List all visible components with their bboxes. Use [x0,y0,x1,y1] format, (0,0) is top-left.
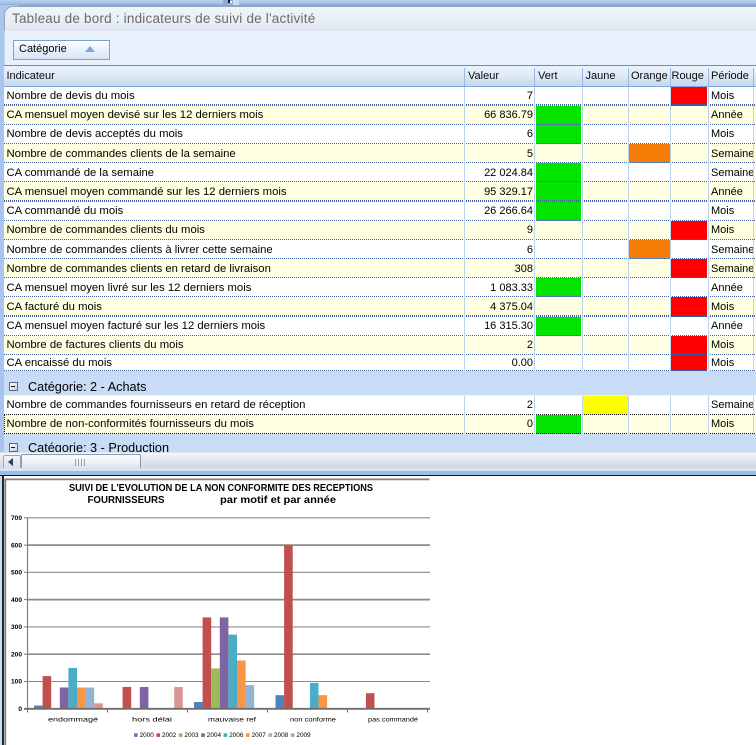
svg-text:2008: 2008 [274,732,289,739]
svg-text:mauvaise ref: mauvaise ref [208,717,256,724]
svg-text:SUIVI DE L'EVOLUTION DE LA NON: SUIVI DE L'EVOLUTION DE LA NON CONFORMIT… [69,483,373,494]
svg-text:pas commandé: pas commandé [368,717,419,724]
svg-text:300: 300 [11,624,22,631]
svg-text:hors délai: hors délai [132,717,172,724]
svg-text:par motif et par année: par motif et par année [220,495,336,506]
svg-text:0: 0 [18,706,22,713]
svg-text:600: 600 [11,542,22,549]
svg-text:2002: 2002 [162,732,177,739]
svg-text:2004: 2004 [207,732,222,739]
svg-text:non conforme: non conforme [290,717,337,724]
svg-text:2009: 2009 [296,732,311,739]
svg-text:500: 500 [11,570,22,577]
svg-text:2007: 2007 [252,732,267,739]
svg-text:400: 400 [11,597,22,604]
svg-text:700: 700 [11,515,22,522]
svg-text:2006: 2006 [229,732,244,739]
svg-text:100: 100 [11,679,22,686]
svg-text:2003: 2003 [184,732,199,739]
svg-text:200: 200 [11,651,22,658]
svg-text:2000: 2000 [140,732,155,739]
svg-text:FOURNISSEURS: FOURNISSEURS [88,495,165,506]
svg-text:endommagé: endommagé [48,717,99,724]
